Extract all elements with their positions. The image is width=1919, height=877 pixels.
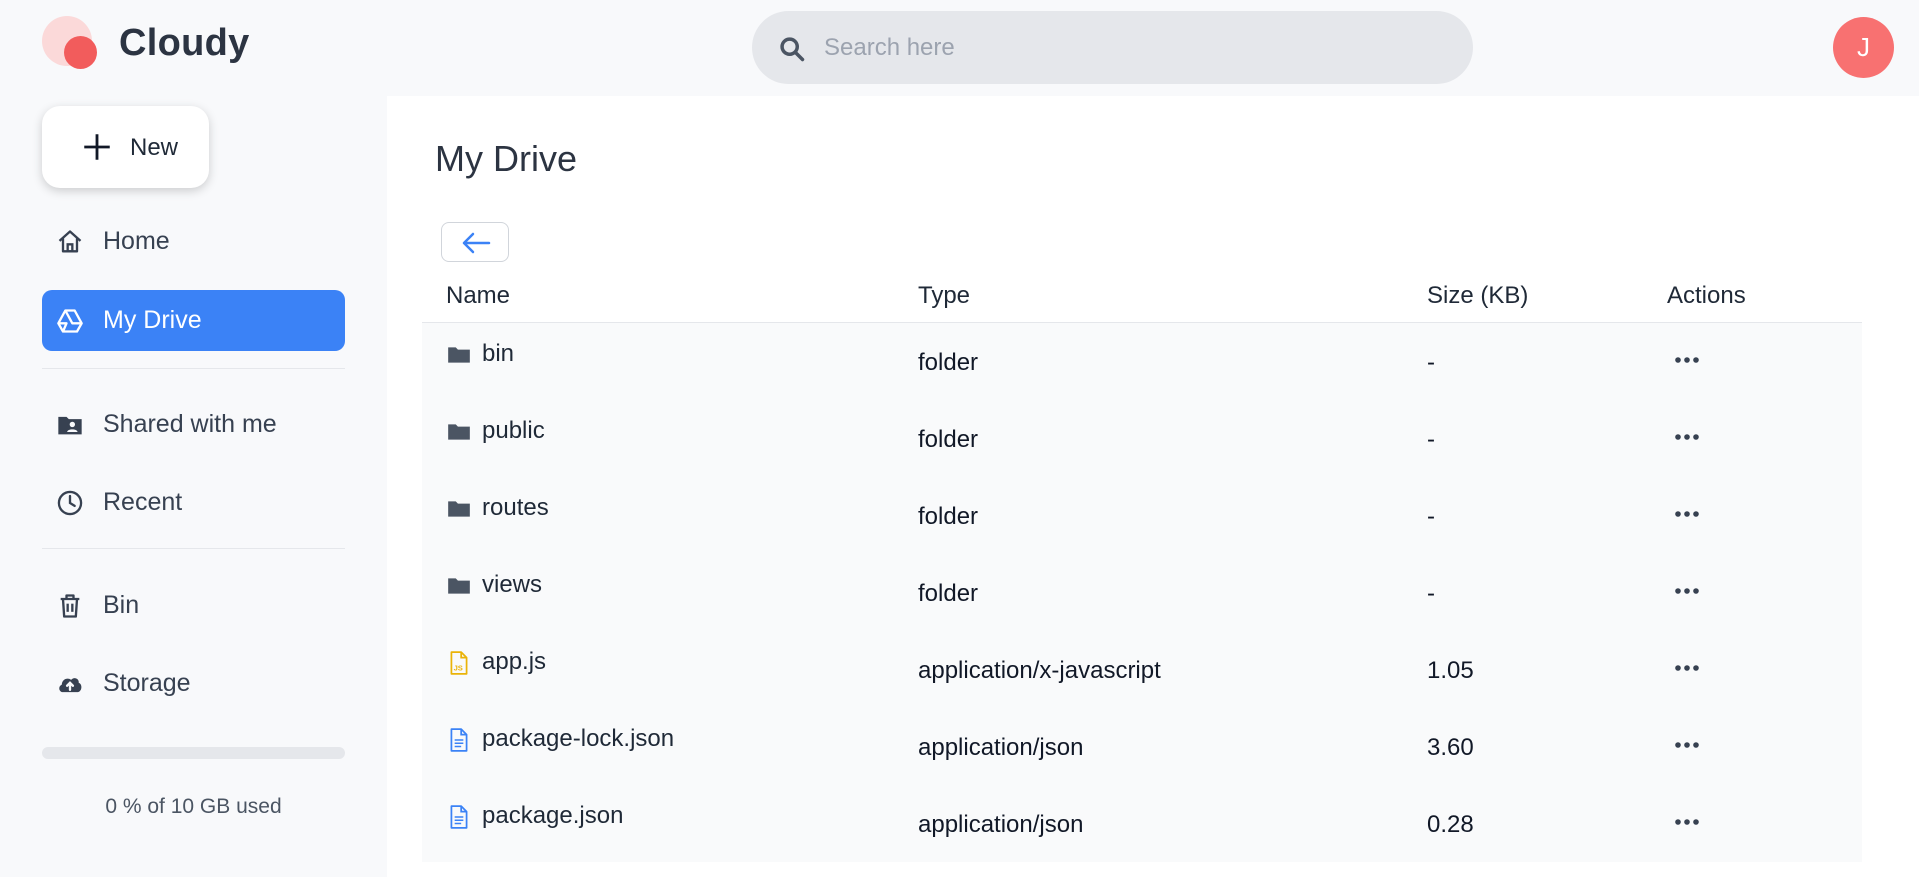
plus-icon [84,134,110,160]
table-header: Name Type Size (KB) Actions [422,264,1862,323]
sidebar-item-label: Storage [103,669,191,697]
table-row[interactable]: JS app.js application/x-javascript 1.05 [422,631,1862,708]
file-type: folder [918,426,979,453]
more-actions-icon[interactable] [1667,345,1707,375]
table-row[interactable]: public folder - [422,400,1862,477]
search-bar[interactable] [752,11,1473,84]
sidebar-item-home[interactable]: Home [42,211,345,272]
file-type: folder [918,349,979,376]
file-name[interactable]: routes [482,494,549,522]
column-header-size[interactable]: Size (KB) [1427,282,1528,310]
home-icon [58,230,82,253]
folder-icon [446,342,472,368]
file-name[interactable]: bin [482,340,514,368]
search-icon [780,37,805,62]
new-button-label: New [130,134,179,161]
document-icon [446,727,472,753]
file-type: folder [918,580,979,607]
table-row[interactable]: routes folder - [422,477,1862,554]
js-file-icon: JS [446,650,472,676]
sidebar-item-recent[interactable]: Recent [42,472,345,533]
document-icon [446,804,472,830]
clock-icon [57,490,83,516]
file-type: application/x-javascript [918,657,1161,684]
main-panel: My Drive Name Type Size (KB) Actions bin… [387,96,1919,877]
sidebar-divider [42,368,345,369]
table-body: bin folder - public folder - routes folder - view… [422,323,1862,862]
file-size: 1.05 [1427,657,1474,684]
shared-folder-icon [58,416,82,435]
sidebar-item-label: Home [103,227,170,255]
folder-icon [446,496,472,522]
avatar-initial: J [1857,32,1870,62]
cloud-upload-icon [59,678,82,693]
app-logo [42,16,98,72]
sidebar-item-my-drive[interactable]: My Drive [42,290,345,351]
arrow-left-icon [462,232,491,254]
file-size: - [1427,503,1435,530]
column-header-actions: Actions [1667,282,1746,309]
storage-usage-text: 0 % of 10 GB used [105,795,282,818]
file-name[interactable]: public [482,417,545,445]
table-row[interactable]: views folder - [422,554,1862,631]
file-name[interactable]: views [482,571,542,599]
sidebar-item-label: Shared with me [103,410,277,438]
sidebar-item-label: Recent [103,488,183,516]
file-size: 3.60 [1427,734,1474,761]
file-name[interactable]: package.json [482,802,623,830]
logo-circle-red [64,36,97,69]
sidebar-item-bin[interactable]: Bin [42,575,345,636]
table-row[interactable]: bin folder - [422,323,1862,400]
sidebar-divider [42,548,345,549]
file-type: folder [918,503,979,530]
page-title: My Drive [435,138,577,179]
app-name: Cloudy [119,22,250,64]
drive-icon [57,309,83,333]
search-input[interactable] [824,11,1444,84]
more-actions-icon[interactable] [1667,807,1707,837]
back-button[interactable] [441,222,509,262]
folder-icon [446,419,472,445]
more-actions-icon[interactable] [1667,422,1707,452]
file-size: - [1427,349,1435,376]
sidebar-item-label: Bin [103,591,140,619]
sidebar-item-shared[interactable]: Shared with me [42,394,345,455]
table-row[interactable]: package.json application/json 0.28 [422,785,1862,862]
file-table: Name Type Size (KB) Actions bin folder - pu… [422,264,1862,862]
file-size: 0.28 [1427,811,1474,838]
file-type: application/json [918,811,1084,838]
more-actions-icon[interactable] [1667,576,1707,606]
more-actions-icon[interactable] [1667,499,1707,529]
file-name[interactable]: package-lock.json [482,725,674,753]
file-size: - [1427,580,1435,607]
more-actions-icon[interactable] [1667,730,1707,760]
column-header-type[interactable]: Type [918,282,970,310]
file-name[interactable]: app.js [482,648,546,676]
storage-progress-bar [42,747,345,759]
sidebar-item-storage[interactable]: Storage [42,653,345,714]
table-row[interactable]: package-lock.json application/json 3.60 [422,708,1862,785]
more-actions-icon[interactable] [1667,653,1707,683]
new-button[interactable]: New [42,106,209,188]
column-header-name[interactable]: Name [446,282,510,310]
file-type: application/json [918,734,1084,761]
svg-text:JS: JS [454,664,463,673]
user-avatar[interactable]: J [1833,17,1894,78]
trash-icon [60,594,80,618]
folder-icon [446,573,472,599]
file-size: - [1427,426,1435,453]
sidebar-item-label: My Drive [103,306,202,334]
